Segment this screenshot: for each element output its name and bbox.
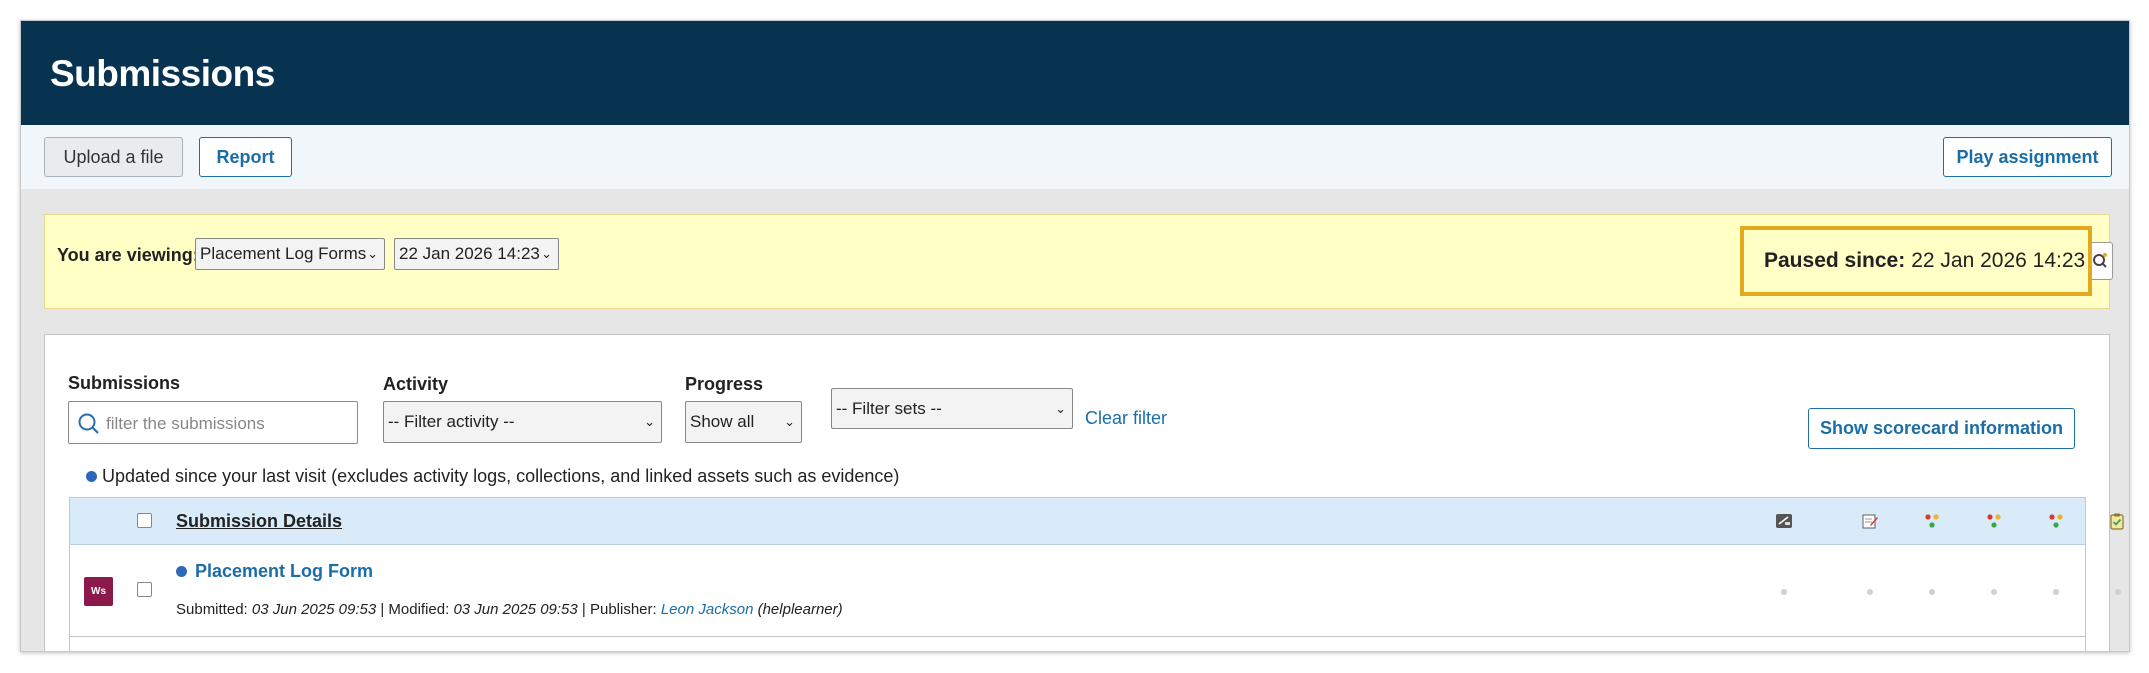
- submission-meta: Submitted: 03 Jun 2025 09:53 | Modified:…: [176, 601, 843, 618]
- paused-value: 22 Jan 2026 14:23: [1911, 249, 2086, 272]
- clear-filter-link[interactable]: Clear filter: [1085, 408, 1167, 429]
- toolbar: Upload a file Report Play assignment: [21, 125, 2129, 189]
- form-select-value: Placement Log Forms: [200, 244, 367, 263]
- paused-label: Paused since:: [1764, 249, 1906, 272]
- activity-filter-label: Activity: [383, 374, 449, 394]
- page-title: Submissions: [50, 53, 275, 94]
- edit-form-icon[interactable]: [1861, 512, 1879, 530]
- submissions-filter-label: Submissions: [68, 373, 181, 393]
- progress-select[interactable]: Show all ⌄: [685, 401, 802, 443]
- traffic-light-icon[interactable]: [1985, 512, 2003, 530]
- magnifier-icon: [2093, 253, 2107, 268]
- submission-name: Placement Log Form: [195, 561, 374, 581]
- filter-sets-select[interactable]: -- Filter sets -- ⌄: [831, 388, 1073, 429]
- status-dot: [1781, 589, 1787, 595]
- traffic-light-icon[interactable]: [1923, 512, 1941, 530]
- publisher-label: | Publisher:: [581, 601, 657, 618]
- chevron-down-icon: ⌄: [1055, 400, 1066, 416]
- workspace-badge: Ws: [84, 577, 113, 606]
- status-dot: [1991, 589, 1997, 595]
- page-header: Submissions: [21, 21, 2129, 125]
- scale-icon[interactable]: [1775, 512, 1793, 530]
- status-dot: [1929, 589, 1935, 595]
- upload-file-button[interactable]: Upload a file: [44, 137, 183, 177]
- activity-select-value: -- Filter activity --: [388, 412, 515, 431]
- report-button[interactable]: Report: [199, 137, 292, 177]
- form-select[interactable]: Placement Log Forms ⌄: [195, 238, 385, 270]
- progress-filter-label: Progress: [685, 374, 764, 394]
- submitted-label: Submitted:: [176, 601, 248, 618]
- chevron-down-icon: ⌄: [784, 414, 795, 429]
- date-select-value: 22 Jan 2026 14:23: [399, 244, 540, 263]
- viewing-label: You are viewing:: [57, 245, 199, 265]
- progress-select-value: Show all: [690, 412, 755, 431]
- chevron-down-icon: ⌄: [644, 414, 655, 429]
- clipboard-check-icon[interactable]: [2108, 512, 2126, 530]
- date-select[interactable]: 22 Jan 2026 14:23 ⌄: [394, 238, 559, 270]
- status-dot: [1867, 589, 1873, 595]
- activity-select[interactable]: -- Filter activity -- ⌄: [383, 401, 662, 443]
- viewing-bar: You are viewing: Placement Log Forms ⌄ 2…: [44, 214, 2113, 309]
- chevron-down-icon: ⌄: [367, 246, 378, 261]
- show-scorecard-button[interactable]: Show scorecard information: [1808, 408, 2075, 449]
- publisher-username: (helplearner): [757, 601, 843, 618]
- updated-dot-icon: [86, 471, 97, 482]
- paused-status: Paused since: 22 Jan 2026 14:23: [1740, 226, 2092, 296]
- search-placeholder: filter the submissions: [106, 414, 265, 433]
- row-checkbox[interactable]: [137, 582, 152, 597]
- submission-details-header[interactable]: Submission Details: [176, 511, 342, 532]
- updated-legend: Updated since your last visit (excludes …: [86, 466, 899, 487]
- updated-legend-text: Updated since your last visit (excludes …: [102, 466, 900, 486]
- traffic-light-icon[interactable]: [2047, 512, 2065, 530]
- submissions-panel: Submissions filter the submissions Activ…: [44, 334, 2124, 651]
- modified-date: 03 Jun 2025 09:53: [453, 601, 578, 618]
- publisher-link[interactable]: Leon Jackson: [661, 601, 754, 618]
- chevron-down-icon: ⌄: [541, 246, 552, 261]
- modified-label: | Modified:: [380, 601, 450, 618]
- table-header: Submission Details: [69, 497, 2124, 545]
- search-icon: [78, 413, 99, 434]
- status-dot: [2053, 589, 2059, 595]
- submission-link[interactable]: Placement Log Form: [176, 561, 373, 582]
- table-row: [69, 637, 2086, 651]
- submitted-date: 03 Jun 2025 09:53: [251, 601, 377, 618]
- play-assignment-button[interactable]: Play assignment: [1943, 137, 2112, 177]
- search-input[interactable]: filter the submissions: [68, 401, 358, 444]
- app-window: Submissions Upload a file Report Play as…: [20, 20, 2130, 652]
- updated-dot-icon: [176, 566, 187, 577]
- status-dot: [2115, 589, 2121, 595]
- table-row: Ws Placement Log Form Submitted: 03 Jun …: [69, 545, 2121, 637]
- select-all-checkbox[interactable]: [137, 513, 152, 528]
- filter-sets-value: -- Filter sets --: [836, 398, 942, 418]
